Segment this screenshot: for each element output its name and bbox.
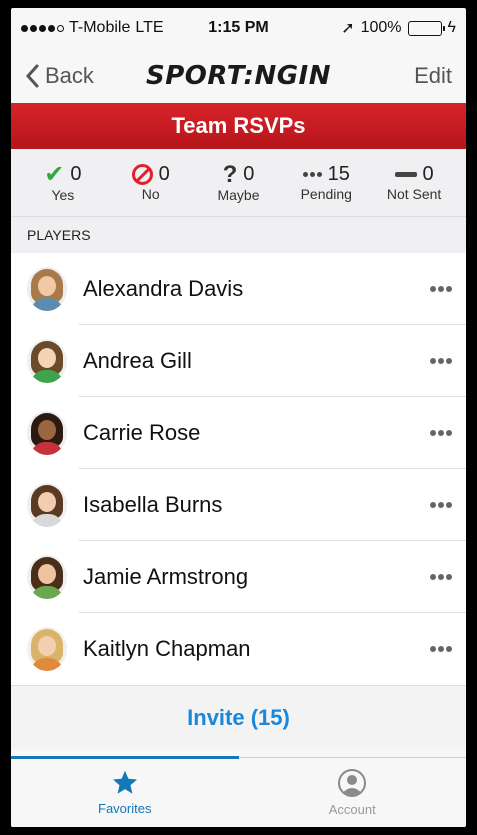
avatar bbox=[27, 339, 67, 383]
avatar bbox=[27, 483, 67, 527]
page-title: Team RSVPs bbox=[11, 103, 466, 149]
count-label: Not Sent bbox=[386, 186, 442, 202]
dash-icon bbox=[394, 172, 417, 177]
tab-label: Favorites bbox=[98, 801, 152, 816]
more-options-icon[interactable] bbox=[430, 358, 452, 364]
count-label: Pending bbox=[300, 186, 352, 202]
count-value: 0 bbox=[70, 163, 82, 185]
signal-icon bbox=[21, 24, 64, 32]
player-name: Isabella Burns bbox=[83, 492, 223, 517]
location-arrow-icon: ➚ bbox=[341, 20, 355, 37]
count-label: No bbox=[141, 186, 160, 202]
more-options-icon[interactable] bbox=[430, 430, 452, 436]
count-value: 0 bbox=[422, 163, 434, 185]
count-label: Maybe bbox=[217, 186, 260, 203]
list-item[interactable]: Alexandra Davis bbox=[11, 253, 466, 325]
check-icon: ✔ bbox=[44, 160, 65, 188]
status-left: T-Mobile LTE bbox=[21, 19, 164, 37]
count-yes[interactable]: ✔ 0 Yes bbox=[33, 160, 93, 203]
player-name: Carrie Rose bbox=[83, 420, 201, 445]
network-text: LTE bbox=[135, 19, 164, 36]
tab-bar: Favorites Account bbox=[11, 756, 467, 827]
tab-label: Account bbox=[328, 802, 376, 817]
carrier-text: T-Mobile bbox=[69, 19, 131, 36]
account-icon bbox=[338, 769, 367, 797]
count-value: 15 bbox=[327, 163, 350, 185]
rsvp-counts: ✔ 0 Yes 0 No ? 0 Maybe 15 Pending 0 Not Se… bbox=[11, 149, 466, 217]
player-name: Kaitlyn Chapman bbox=[83, 636, 251, 661]
count-not-sent[interactable]: 0 Not Sent bbox=[384, 163, 444, 202]
back-button[interactable]: Back bbox=[25, 63, 94, 89]
more-options-icon[interactable] bbox=[430, 286, 452, 292]
edit-button[interactable]: Edit bbox=[414, 63, 458, 89]
list-item[interactable]: Andrea Gill bbox=[11, 325, 466, 397]
tab-favorites[interactable]: Favorites bbox=[11, 756, 239, 827]
back-label: Back bbox=[45, 62, 94, 88]
battery-percent: 100% bbox=[360, 19, 402, 36]
more-options-icon[interactable] bbox=[430, 646, 452, 652]
players-list: Alexandra Davis Andrea Gill Carrie Rose … bbox=[11, 253, 466, 685]
section-header-players: PLAYERS bbox=[11, 217, 466, 253]
player-name: Andrea Gill bbox=[83, 348, 192, 373]
star-icon bbox=[112, 770, 137, 794]
avatar bbox=[27, 555, 67, 599]
list-item[interactable]: Isabella Burns bbox=[11, 469, 466, 541]
avatar bbox=[27, 627, 67, 671]
dots-icon bbox=[302, 172, 322, 177]
status-bar: T-Mobile LTE 1:15 PM ➚ 100% ϟ bbox=[11, 8, 466, 48]
status-right: ➚ 100% ϟ bbox=[341, 18, 456, 38]
chevron-left-icon bbox=[25, 64, 39, 87]
more-options-icon[interactable] bbox=[430, 502, 452, 508]
question-icon: ? bbox=[222, 160, 238, 188]
count-no[interactable]: 0 No bbox=[121, 163, 181, 202]
charging-icon: ϟ bbox=[447, 19, 456, 36]
tab-account[interactable]: Account bbox=[239, 758, 467, 827]
count-maybe[interactable]: ? 0 Maybe bbox=[208, 160, 268, 203]
app-screen: T-Mobile LTE 1:15 PM ➚ 100% ϟ Back SPORT… bbox=[11, 8, 466, 827]
player-name: Jamie Armstrong bbox=[83, 564, 249, 589]
count-value: 0 bbox=[243, 163, 255, 185]
count-pending[interactable]: 15 Pending bbox=[296, 163, 356, 202]
list-item[interactable]: Carrie Rose bbox=[11, 397, 466, 469]
nav-bar: Back SPORT:NGIN Edit bbox=[11, 48, 466, 103]
no-icon bbox=[131, 164, 153, 185]
invite-button[interactable]: Invite (15) bbox=[11, 685, 466, 749]
battery-icon bbox=[407, 20, 445, 36]
invite-label: Invite (15) bbox=[187, 704, 290, 730]
avatar bbox=[27, 411, 67, 455]
count-label: Yes bbox=[51, 186, 75, 203]
count-value: 0 bbox=[158, 163, 170, 185]
more-options-icon[interactable] bbox=[430, 574, 452, 580]
list-item[interactable]: Jamie Armstrong bbox=[11, 541, 466, 613]
list-item[interactable]: Kaitlyn Chapman bbox=[11, 613, 466, 685]
avatar bbox=[27, 267, 67, 311]
player-name: Alexandra Davis bbox=[83, 276, 244, 301]
